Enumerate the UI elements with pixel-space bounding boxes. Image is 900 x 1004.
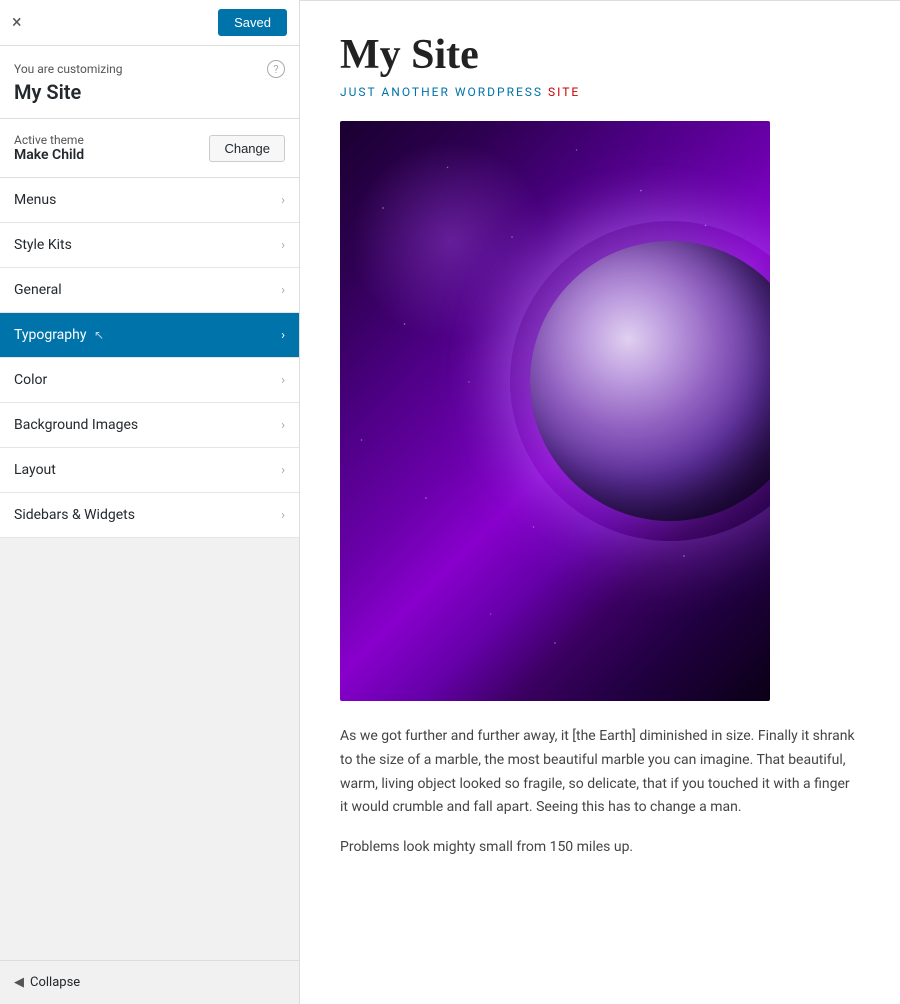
sidebar-item-general-label: General: [14, 282, 62, 298]
active-theme-info: Active theme Make Child: [14, 133, 84, 163]
sidebar-item-general[interactable]: General ›: [0, 268, 299, 313]
sidebar-item-layout-label: Layout: [14, 462, 56, 478]
chevron-right-icon: ›: [281, 328, 285, 343]
sidebar-item-style-kits-label: Style Kits: [14, 237, 72, 253]
sidebar: × Saved You are customizing ? My Site Ac…: [0, 0, 300, 1004]
preview-content: My Site JUST ANOTHER WORDPRESS SITE As w…: [300, 1, 900, 890]
collapse-arrow-icon: ◀: [14, 975, 24, 990]
close-icon[interactable]: ×: [12, 14, 22, 32]
sidebar-item-color-label: Color: [14, 372, 47, 388]
active-theme-name: Make Child: [14, 147, 84, 163]
space-hero-image: [340, 121, 770, 701]
chevron-right-icon: ›: [281, 463, 285, 478]
nebula-decoration: [350, 141, 550, 341]
sidebar-item-typography[interactable]: Typography ↖ ›: [0, 313, 299, 358]
customizing-label: You are customizing: [14, 62, 123, 76]
chevron-right-icon: ›: [281, 238, 285, 253]
chevron-right-icon: ›: [281, 283, 285, 298]
sidebar-item-sidebars-widgets-label: Sidebars & Widgets: [14, 507, 135, 523]
chevron-right-icon: ›: [281, 508, 285, 523]
preview-panel: My Site JUST ANOTHER WORDPRESS SITE As w…: [300, 0, 900, 1004]
collapse-label: Collapse: [30, 975, 80, 990]
preview-body-text-2: Problems look mighty small from 150 mile…: [340, 836, 860, 860]
customizing-info: You are customizing ? My Site: [0, 46, 299, 119]
active-theme-section: Active theme Make Child Change: [0, 119, 299, 178]
preview-tagline: JUST ANOTHER WORDPRESS SITE: [340, 85, 860, 99]
collapse-footer[interactable]: ◀ Collapse: [0, 960, 299, 1004]
sidebar-item-style-kits[interactable]: Style Kits ›: [0, 223, 299, 268]
saved-button[interactable]: Saved: [218, 9, 287, 36]
chevron-right-icon: ›: [281, 193, 285, 208]
sidebar-item-menus-label: Menus: [14, 192, 56, 208]
site-title: My Site: [14, 80, 285, 104]
active-theme-label: Active theme: [14, 133, 84, 147]
sidebar-header: × Saved: [0, 0, 299, 46]
chevron-right-icon: ›: [281, 418, 285, 433]
change-theme-button[interactable]: Change: [209, 135, 285, 162]
tagline-text: JUST ANOTHER WORDPRESS: [340, 85, 548, 99]
customizing-row: You are customizing ?: [14, 60, 285, 78]
sidebar-item-typography-label: Typography ↖: [14, 327, 104, 343]
help-icon[interactable]: ?: [267, 60, 285, 78]
sidebar-item-background-images-label: Background Images: [14, 417, 138, 433]
preview-site-name: My Site: [340, 31, 860, 79]
nav-items: Menus › Style Kits › General › Typograph…: [0, 178, 299, 960]
tagline-site-word: SITE: [548, 85, 580, 99]
preview-body-text-1: As we got further and further away, it […: [340, 725, 860, 820]
sidebar-item-sidebars-widgets[interactable]: Sidebars & Widgets ›: [0, 493, 299, 538]
sidebar-item-layout[interactable]: Layout ›: [0, 448, 299, 493]
sidebar-item-background-images[interactable]: Background Images ›: [0, 403, 299, 448]
chevron-right-icon: ›: [281, 373, 285, 388]
sidebar-item-menus[interactable]: Menus ›: [0, 178, 299, 223]
sidebar-item-color[interactable]: Color ›: [0, 358, 299, 403]
